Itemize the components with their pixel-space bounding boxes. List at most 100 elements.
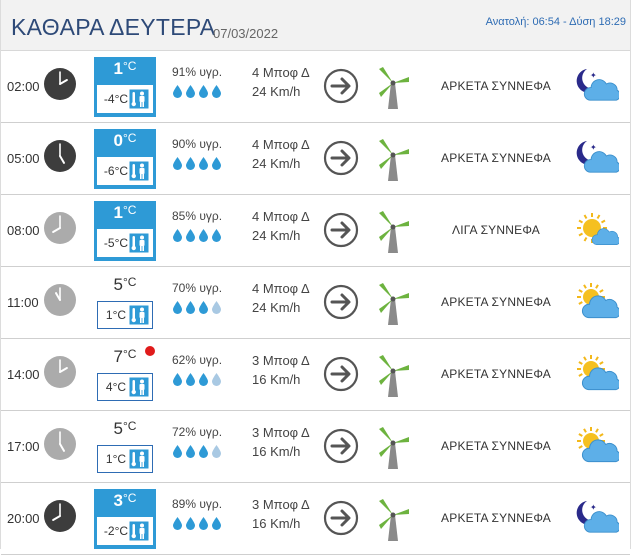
weather-description: ΑΡΚΕΤΑ ΣΥΝΝΕΦΑ (441, 511, 551, 525)
temperature-box: 0°C -6°C (94, 129, 156, 189)
wind-direction-arrow-icon (323, 212, 359, 248)
humidity-drop-icon (198, 301, 211, 318)
feels-like-person-icon (129, 233, 149, 253)
moon-cloud-icon: ✦ (573, 497, 621, 539)
weather-description: ΛΙΓΑ ΣΥΝΝΕΦΑ (452, 223, 540, 237)
wind-beaufort: 3 Μποφ Δ (252, 497, 310, 512)
humidity-drop-icon (185, 157, 198, 174)
humidity-drop-icon (211, 445, 224, 462)
wind-speed: 24 Km/h (252, 300, 301, 315)
humidity-drop-icon (185, 85, 198, 102)
wind-beaufort: 3 Μποφ Δ (252, 425, 310, 440)
humidity-drop-icon (172, 85, 185, 102)
forecast-row: 17:00 5°C 1°C 72% υγρ. 3 Μποφ Δ 16 Km/h … (1, 411, 630, 483)
humidity-drop-icon (211, 229, 224, 246)
temperature: 1°C (113, 203, 137, 222)
humidity-drop-icon (172, 157, 185, 174)
moon-cloud-icon: ✦ (573, 137, 621, 179)
humidity: 70% υγρ. (172, 281, 223, 295)
clock-icon (43, 139, 77, 173)
clock-icon (43, 211, 77, 245)
wind-turbine-icon (375, 63, 411, 111)
clock-icon (43, 283, 77, 317)
sun-cloud-icon (573, 281, 621, 323)
sunrise-sunset: Ανατολή: 06:54 - Δύση 18:29 (485, 16, 626, 28)
humidity-drop-icon (211, 373, 224, 390)
wind-beaufort: 4 Μποφ Δ (252, 281, 310, 296)
feels-like-box: -5°C (97, 229, 153, 257)
row-time: 08:00 (7, 223, 40, 238)
humidity-drop-icon (211, 85, 224, 102)
wind-direction-arrow-icon (323, 140, 359, 176)
wind-direction-arrow-icon (323, 500, 359, 536)
humidity-drop-icon (172, 517, 185, 534)
svg-text:✦: ✦ (590, 143, 597, 152)
wind-turbine-icon (375, 423, 411, 471)
feels-like-value: -5°C (103, 236, 129, 250)
svg-text:✦: ✦ (590, 71, 597, 80)
humidity: 62% υγρ. (172, 353, 223, 367)
alert-dot-icon (145, 346, 155, 356)
row-time: 05:00 (7, 151, 40, 166)
humidity-drop-icon (211, 301, 224, 318)
feels-like-value: 1°C (105, 308, 127, 322)
wind-direction-arrow-icon (323, 68, 359, 104)
feels-like-person-icon (129, 89, 149, 109)
wind-beaufort: 4 Μποφ Δ (252, 137, 310, 152)
humidity-drop-icon (172, 445, 185, 462)
wind-beaufort: 4 Μποφ Δ (252, 209, 310, 224)
forecast-row: 14:00 7°C 4°C 62% υγρ. 3 Μποφ Δ 16 Km/h … (1, 339, 630, 411)
temperature: 1°C (113, 59, 137, 78)
feels-like-person-icon (129, 161, 149, 181)
row-time: 02:00 (7, 79, 40, 94)
wind-speed: 16 Km/h (252, 516, 301, 531)
clock-icon (43, 355, 77, 389)
humidity-drops (172, 372, 224, 386)
temperature-box: 3°C -2°C (94, 489, 156, 549)
clock-icon (43, 499, 77, 533)
wind-turbine-icon (375, 135, 411, 183)
wind-turbine-icon (375, 279, 411, 327)
humidity-drops (172, 84, 224, 98)
humidity-drops (172, 156, 224, 170)
temperature: 5°C (113, 275, 137, 294)
wind-direction-arrow-icon (323, 428, 359, 464)
temperature-box: 1°C -4°C (94, 57, 156, 117)
wind-speed: 16 Km/h (252, 372, 301, 387)
moon-cloud-icon: ✦ (573, 65, 621, 107)
weather-description: ΑΡΚΕΤΑ ΣΥΝΝΕΦΑ (441, 79, 551, 93)
humidity: 91% υγρ. (172, 65, 223, 79)
hourly-list: 02:00 1°C -4°C 91% υγρ. 4 Μποφ Δ 24 Km/h… (1, 51, 630, 555)
humidity-drop-icon (185, 445, 198, 462)
feels-like-value: -4°C (103, 92, 129, 106)
humidity-drop-icon (198, 373, 211, 390)
row-time: 20:00 (7, 511, 40, 526)
wind-speed: 16 Km/h (252, 444, 301, 459)
humidity-drop-icon (198, 517, 211, 534)
feels-like-person-icon (129, 449, 149, 469)
temperature-box: 5°C 1°C (94, 273, 156, 333)
feels-like-value: -6°C (103, 164, 129, 178)
temperature: 5°C (113, 419, 137, 438)
wind-direction-arrow-icon (323, 284, 359, 320)
forecast-row: 02:00 1°C -4°C 91% υγρ. 4 Μποφ Δ 24 Km/h… (1, 51, 630, 123)
humidity-drops (172, 300, 224, 314)
feels-like-person-icon (129, 521, 149, 541)
temperature-box: 5°C 1°C (94, 417, 156, 477)
wind-speed: 24 Km/h (252, 228, 301, 243)
forecast-row: 08:00 1°C -5°C 85% υγρ. 4 Μποφ Δ 24 Km/h… (1, 195, 630, 267)
temperature: 3°C (113, 491, 137, 510)
forecast-row: 20:00 3°C -2°C 89% υγρ. 3 Μποφ Δ 16 Km/h… (1, 483, 630, 555)
feels-like-value: -2°C (103, 524, 129, 538)
sun-cloud-icon (573, 353, 621, 395)
wind-direction-arrow-icon (323, 356, 359, 392)
feels-like-box: -2°C (97, 517, 153, 545)
humidity-drop-icon (198, 229, 211, 246)
weather-description: ΑΡΚΕΤΑ ΣΥΝΝΕΦΑ (441, 295, 551, 309)
feels-like-value: 4°C (105, 380, 127, 394)
svg-text:✦: ✦ (590, 503, 597, 512)
feels-like-value: 1°C (105, 452, 127, 466)
day-title: ΚΑΘΑΡΑ ΔΕΥΤΕΡΑ (11, 14, 216, 40)
humidity: 90% υγρ. (172, 137, 223, 151)
temperature-box: 1°C -5°C (94, 201, 156, 261)
